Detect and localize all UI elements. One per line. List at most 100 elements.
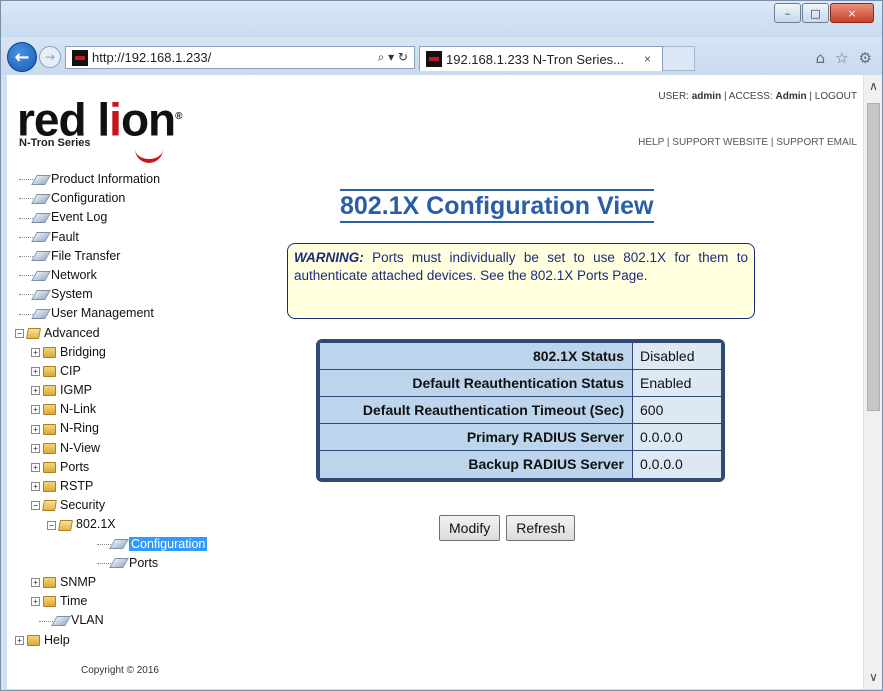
tree-item-advanced[interactable]: − Advanced bbox=[15, 324, 255, 343]
scroll-thumb[interactable] bbox=[867, 103, 880, 411]
tree-item-802-1x[interactable]: −802.1X bbox=[15, 515, 255, 534]
folder-icon bbox=[43, 481, 56, 493]
collapse-icon[interactable]: − bbox=[15, 328, 24, 338]
row-label: Default Reauthentication Status bbox=[320, 370, 633, 396]
folder-icon bbox=[43, 366, 56, 378]
tree-item-time[interactable]: + Time bbox=[15, 592, 255, 611]
refresh-button[interactable]: Refresh bbox=[506, 515, 576, 541]
page-icon bbox=[31, 251, 51, 262]
tree-item-igmp[interactable]: + IGMP bbox=[15, 381, 255, 400]
page-content: red lion® N-Tron Series USER: admin | AC… bbox=[7, 75, 863, 689]
expand-icon[interactable]: + bbox=[31, 405, 40, 415]
browser-tools: ⌂ ☆ ⚙ bbox=[816, 49, 872, 67]
folder-open-icon bbox=[26, 327, 41, 339]
user-bar: USER: admin | ACCESS: Admin | LOGOUT bbox=[658, 91, 857, 102]
logout-link[interactable]: LOGOUT bbox=[815, 91, 857, 102]
row-value: Disabled bbox=[633, 343, 721, 369]
tab-active[interactable]: 192.168.1.233 N-Tron Series... × bbox=[419, 46, 663, 71]
forward-button[interactable]: → bbox=[39, 46, 61, 68]
scroll-down-icon[interactable]: ∨ bbox=[864, 670, 883, 687]
expand-icon[interactable]: + bbox=[15, 635, 24, 645]
selected-item-label: Configuration bbox=[129, 536, 208, 551]
folder-icon bbox=[43, 442, 56, 454]
tree-item-n-ring[interactable]: + N-Ring bbox=[15, 419, 255, 438]
tree-item-security[interactable]: − Security bbox=[15, 496, 255, 515]
help-bar: HELP | SUPPORT WEBSITE | SUPPORT EMAIL bbox=[638, 137, 857, 148]
new-tab-button[interactable] bbox=[663, 46, 695, 71]
gear-icon[interactable]: ⚙ bbox=[859, 49, 872, 67]
folder-icon bbox=[43, 596, 56, 608]
page-icon bbox=[31, 232, 51, 243]
tree-item-file-transfer[interactable]: File Transfer bbox=[15, 247, 255, 266]
expand-icon[interactable]: + bbox=[31, 424, 40, 434]
expand-icon[interactable]: + bbox=[31, 443, 40, 453]
row-label: Default Reauthentication Timeout (Sec) bbox=[320, 397, 633, 423]
row-value: 0.0.0.0 bbox=[633, 424, 721, 450]
tree-item-n-view[interactable]: + N-View bbox=[15, 439, 255, 458]
folder-icon bbox=[27, 634, 40, 646]
support-email-link[interactable]: SUPPORT EMAIL bbox=[776, 137, 857, 148]
expand-icon[interactable]: + bbox=[31, 597, 40, 607]
page-icon bbox=[109, 558, 129, 569]
site-favicon-icon bbox=[72, 49, 88, 66]
collapse-icon[interactable]: − bbox=[47, 520, 56, 530]
tree-item-802-1x-ports[interactable]: Ports bbox=[15, 554, 255, 573]
row-label: 802.1X Status bbox=[320, 343, 633, 369]
expand-icon[interactable]: + bbox=[31, 578, 40, 588]
tree-item-event-log[interactable]: Event Log bbox=[15, 208, 255, 227]
tree-item-bridging[interactable]: + Bridging bbox=[15, 343, 255, 362]
tree-item-network[interactable]: Network bbox=[15, 266, 255, 285]
tab-close-icon[interactable]: × bbox=[644, 52, 662, 66]
expand-icon[interactable]: + bbox=[31, 386, 40, 396]
search-refresh-icons[interactable]: ⌕ ▾ ↻ bbox=[348, 50, 414, 65]
logo-subtitle: N-Tron Series bbox=[19, 137, 91, 149]
expand-icon[interactable]: + bbox=[31, 482, 40, 492]
close-button[interactable]: × bbox=[830, 3, 874, 23]
tab-favicon-icon bbox=[426, 51, 442, 67]
tree-item-802-1x-configuration[interactable]: Configuration bbox=[15, 535, 255, 554]
window-controls: – □ × bbox=[774, 3, 874, 23]
tree-item-vlan[interactable]: VLAN bbox=[15, 611, 255, 630]
support-website-link[interactable]: SUPPORT WEBSITE bbox=[672, 137, 768, 148]
page-icon bbox=[51, 616, 71, 627]
star-icon[interactable]: ☆ bbox=[835, 49, 848, 67]
arrow-right-icon: → bbox=[44, 50, 56, 64]
folder-icon bbox=[43, 346, 56, 358]
minimize-button[interactable]: – bbox=[774, 3, 801, 23]
tree-item-fault[interactable]: Fault bbox=[15, 228, 255, 247]
folder-icon bbox=[43, 462, 56, 474]
tree-item-cip[interactable]: + CIP bbox=[15, 362, 255, 381]
home-icon[interactable]: ⌂ bbox=[816, 49, 826, 67]
expand-icon[interactable]: + bbox=[31, 367, 40, 377]
tree-item-product-information[interactable]: Product Information bbox=[15, 170, 255, 189]
page-icon bbox=[31, 193, 51, 204]
browser-window: – □ × ← → http://192.168.1.233/ ⌕ ▾ ↻ 19… bbox=[0, 0, 883, 691]
tree-item-configuration[interactable]: Configuration bbox=[15, 189, 255, 208]
help-link[interactable]: HELP bbox=[638, 137, 664, 148]
scroll-up-icon[interactable]: ∧ bbox=[864, 79, 883, 96]
copyright: Copyright © 2016 bbox=[81, 665, 159, 676]
tree-item-help[interactable]: + Help bbox=[15, 631, 255, 650]
expand-icon[interactable]: + bbox=[31, 347, 40, 357]
maximize-button[interactable]: □ bbox=[802, 3, 829, 23]
folder-open-icon bbox=[58, 519, 73, 531]
tree-item-n-link[interactable]: + N-Link bbox=[15, 400, 255, 419]
username: admin bbox=[691, 91, 722, 102]
back-button[interactable]: ← bbox=[7, 42, 37, 72]
table-row: 802.1X Status Disabled bbox=[320, 343, 721, 370]
action-buttons: Modify Refresh bbox=[439, 515, 576, 541]
tree-item-snmp[interactable]: + SNMP bbox=[15, 573, 255, 592]
config-table: 802.1X Status Disabled Default Reauthent… bbox=[316, 339, 725, 482]
tree-item-user-management[interactable]: User Management bbox=[15, 304, 255, 323]
folder-icon bbox=[43, 404, 56, 416]
address-bar[interactable]: http://192.168.1.233/ ⌕ ▾ ↻ bbox=[65, 46, 415, 69]
modify-button[interactable]: Modify bbox=[439, 515, 501, 541]
expand-icon[interactable]: + bbox=[31, 463, 40, 473]
tree-item-system[interactable]: System bbox=[15, 285, 255, 304]
collapse-icon[interactable]: − bbox=[31, 501, 40, 511]
tree-item-rstp[interactable]: + RSTP bbox=[15, 477, 255, 496]
vertical-scrollbar[interactable]: ∧ ∨ bbox=[863, 75, 882, 689]
address-text[interactable]: http://192.168.1.233/ bbox=[92, 50, 348, 65]
tree-item-ports[interactable]: + Ports bbox=[15, 458, 255, 477]
page-icon bbox=[109, 539, 129, 550]
